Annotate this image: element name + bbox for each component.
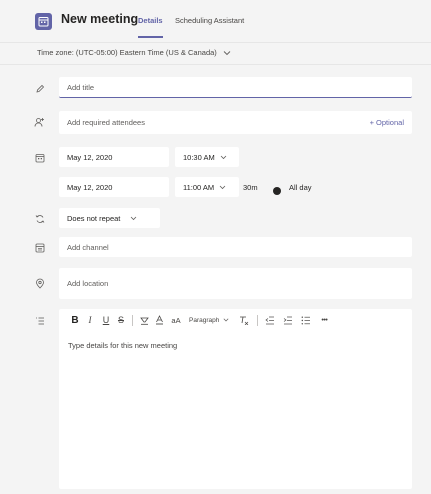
timezone-label: Time zone: (UTC-05:00) Eastern Time (US … (37, 48, 217, 57)
highlight-icon[interactable] (137, 312, 151, 328)
channel-input[interactable]: Add channel (59, 237, 412, 257)
decrease-indent-icon[interactable] (262, 312, 278, 328)
font-color-icon[interactable] (151, 312, 167, 328)
divider (0, 64, 431, 65)
end-time-value: 11:00 AM (183, 182, 215, 192)
end-date-picker[interactable]: May 12, 2020 (59, 177, 169, 197)
calendar-app-icon (35, 13, 52, 30)
title-placeholder: Add title (67, 82, 95, 92)
repeat-value: Does not repeat (67, 213, 121, 223)
title-input[interactable]: Add title (59, 77, 412, 98)
bold-button[interactable]: B (68, 312, 82, 328)
all-day-label: All day (289, 183, 312, 192)
format-toolbar: B I U S aA Paragraph ••• (59, 309, 412, 331)
meeting-header: New meeting Details Scheduling Assistant (0, 0, 431, 43)
duration-label: 30m (243, 183, 258, 192)
font-size-button[interactable]: aA (167, 312, 185, 328)
end-date-value: May 12, 2020 (67, 182, 113, 192)
underline-button[interactable]: U (98, 312, 114, 328)
calendar-icon (34, 152, 45, 163)
pencil-icon (34, 83, 45, 94)
increase-indent-icon[interactable] (280, 312, 296, 328)
details-list-icon (34, 315, 45, 326)
optional-attendees-link[interactable]: + Optional (370, 118, 404, 127)
clear-format-icon[interactable] (235, 312, 253, 328)
start-date-value: May 12, 2020 (67, 152, 113, 162)
start-time-picker[interactable]: 10:30 AM (175, 147, 239, 167)
chevron-down-icon (223, 50, 231, 55)
details-placeholder: Type details for this new meeting (68, 341, 178, 350)
details-editor[interactable]: B I U S aA Paragraph ••• Type details fo (59, 309, 412, 489)
strikethrough-button[interactable]: S (114, 312, 128, 328)
location-placeholder: Add location (67, 279, 109, 288)
add-person-icon (34, 117, 45, 128)
chevron-down-icon (219, 185, 226, 189)
location-pin-icon (34, 278, 45, 289)
channel-icon (34, 242, 45, 253)
repeat-dropdown[interactable]: Does not repeat (59, 208, 160, 228)
location-input[interactable]: Add location (59, 268, 412, 299)
chevron-down-icon (131, 216, 137, 220)
start-date-picker[interactable]: May 12, 2020 (59, 147, 169, 167)
tab-scheduling-assistant[interactable]: Scheduling Assistant (175, 16, 244, 25)
toolbar-divider (257, 314, 259, 326)
end-time-picker[interactable]: 11:00 AM (175, 177, 239, 197)
toggle-knob (273, 187, 281, 195)
channel-placeholder: Add channel (67, 242, 109, 252)
toolbar-divider (132, 314, 133, 326)
chevron-down-icon (223, 318, 229, 322)
attendees-placeholder: Add required attendees (67, 118, 145, 127)
attendees-input[interactable]: Add required attendees + Optional (59, 111, 412, 134)
italic-button[interactable]: I (82, 312, 98, 328)
paragraph-label: Paragraph (189, 316, 220, 324)
page-title: New meeting (61, 12, 139, 26)
bulleted-list-icon[interactable] (298, 312, 314, 328)
paragraph-dropdown[interactable]: Paragraph (189, 312, 229, 328)
tab-details[interactable]: Details (138, 16, 163, 38)
start-time-value: 10:30 AM (183, 152, 215, 162)
repeat-icon (34, 213, 45, 224)
more-options-button[interactable]: ••• (316, 312, 332, 328)
chevron-down-icon (220, 155, 226, 159)
timezone-selector[interactable]: Time zone: (UTC-05:00) Eastern Time (US … (37, 48, 231, 57)
